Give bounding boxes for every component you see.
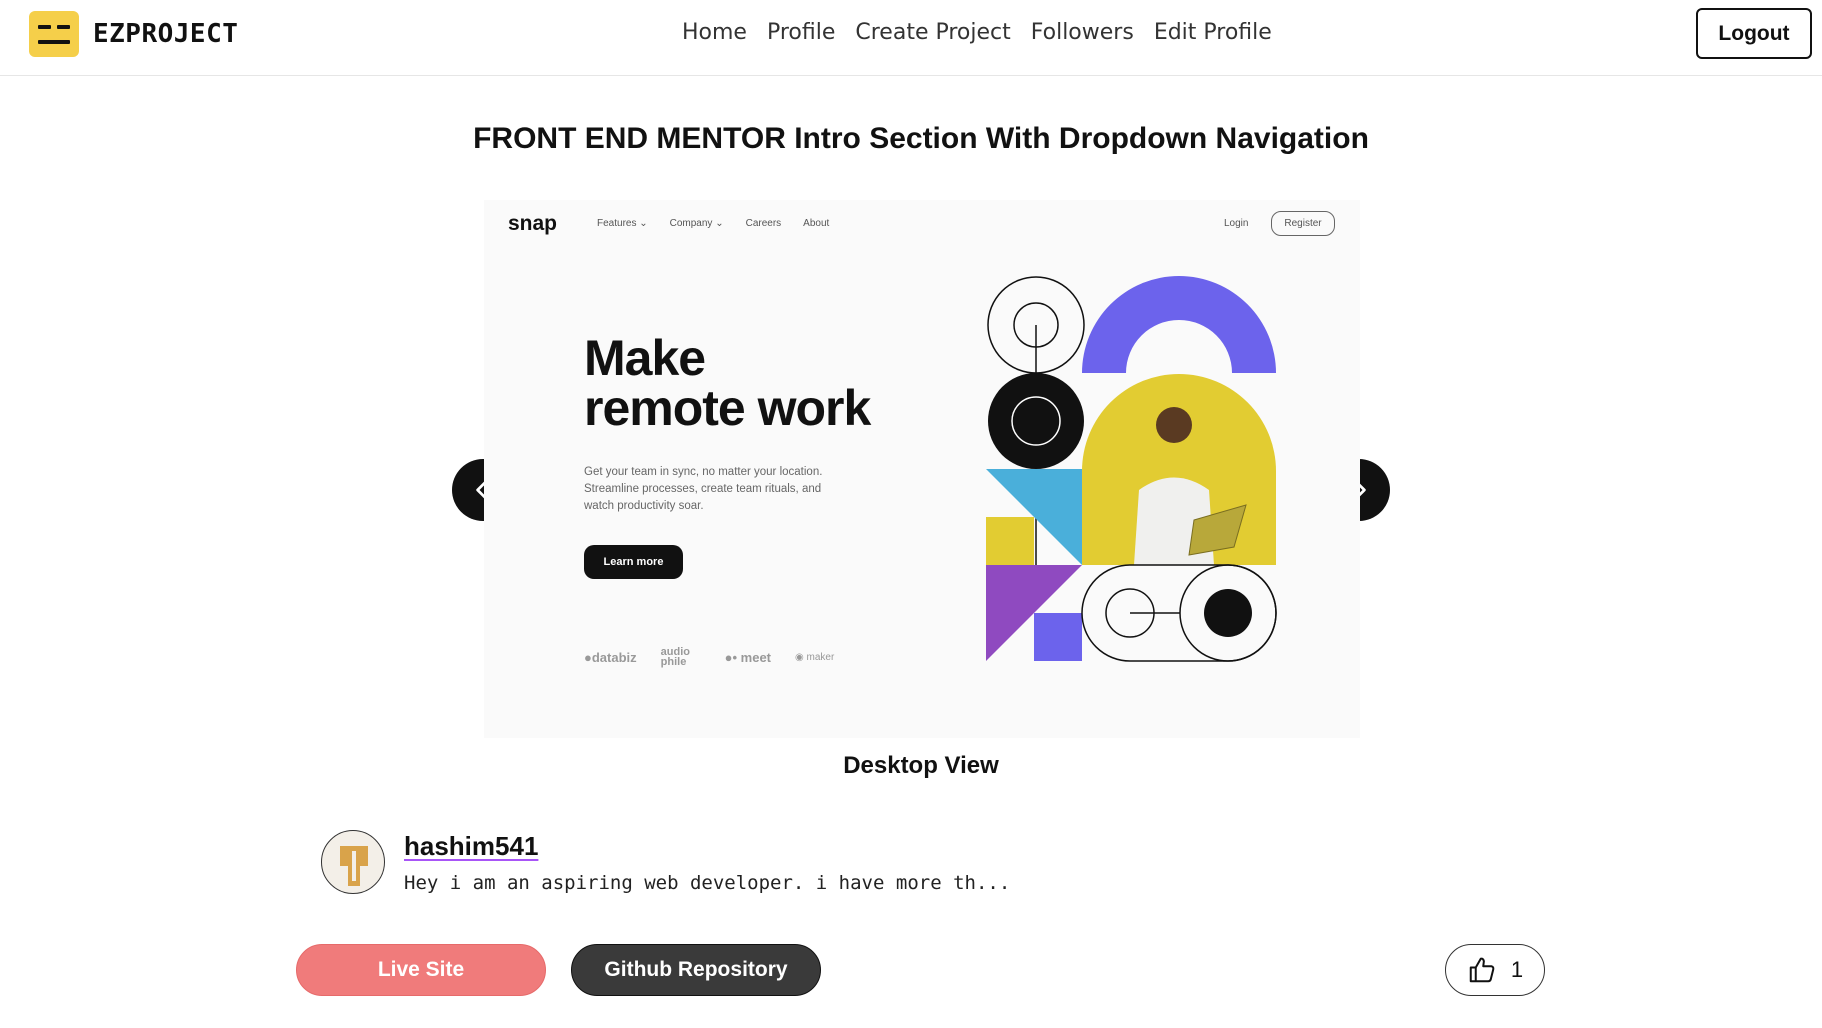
nav-edit-profile[interactable]: Edit Profile (1154, 20, 1272, 45)
preview-headline: Make remote work (584, 330, 871, 436)
client-logo: ◉ maker (795, 651, 835, 663)
preview-hero-illustration (986, 276, 1277, 662)
preview-clients: ●databiz audio phile ●• meet ◉ maker (584, 646, 835, 668)
nav-followers[interactable]: Followers (1031, 20, 1134, 45)
preview-headline-line: remote work (584, 380, 871, 436)
preview-text: Get your team in sync, no matter your lo… (584, 466, 823, 512)
client-logo: audio phile (660, 646, 690, 668)
top-navbar: EZPROJECT Home Profile Create Project Fo… (0, 0, 1822, 76)
main-nav: Home Profile Create Project Followers Ed… (682, 20, 1292, 45)
preview-register: Register (1271, 211, 1335, 236)
preview-headline-line: Make (584, 330, 706, 386)
preview-logo: snap (508, 212, 558, 235)
preview-learn-more: Learn more (584, 545, 683, 579)
nav-profile[interactable]: Profile (767, 20, 835, 45)
avatar-image (340, 846, 368, 886)
client-logo: ●databiz (584, 649, 637, 665)
live-site-button[interactable]: Live Site (296, 944, 546, 996)
logout-button[interactable]: Logout (1696, 8, 1812, 59)
preview-nav-item: Features ⌄ (597, 218, 648, 229)
preview-login: Login (1224, 218, 1249, 229)
brand-logo-icon (29, 11, 79, 57)
project-preview-image: snap Features ⌄ Company ⌄ Careers About … (484, 200, 1360, 738)
author-name-link[interactable]: hashim541 (404, 831, 538, 862)
like-count: 1 (1510, 957, 1524, 982)
brand[interactable]: EZPROJECT (29, 11, 238, 57)
github-repository-button[interactable]: Github Repository (571, 944, 821, 996)
nav-home[interactable]: Home (682, 20, 747, 45)
nav-create-project[interactable]: Create Project (855, 20, 1010, 45)
avatar[interactable] (321, 830, 385, 894)
preview-nav-item: Company ⌄ (669, 218, 724, 229)
preview-nav: Features ⌄ Company ⌄ Careers About (597, 218, 829, 229)
like-button[interactable]: 1 (1445, 944, 1545, 996)
client-logo: ●• meet (724, 649, 772, 665)
preview-nav-item: About (803, 218, 830, 229)
thumbs-up-icon (1469, 957, 1495, 983)
author-bio: Hey i am an aspiring web developer. i ha… (404, 872, 1011, 894)
preview-nav-item: Careers (745, 218, 782, 229)
project-title: FRONT END MENTOR Intro Section With Drop… (473, 122, 1369, 155)
brand-name: EZPROJECT (93, 19, 239, 49)
preview-caption: Desktop View (843, 752, 999, 779)
